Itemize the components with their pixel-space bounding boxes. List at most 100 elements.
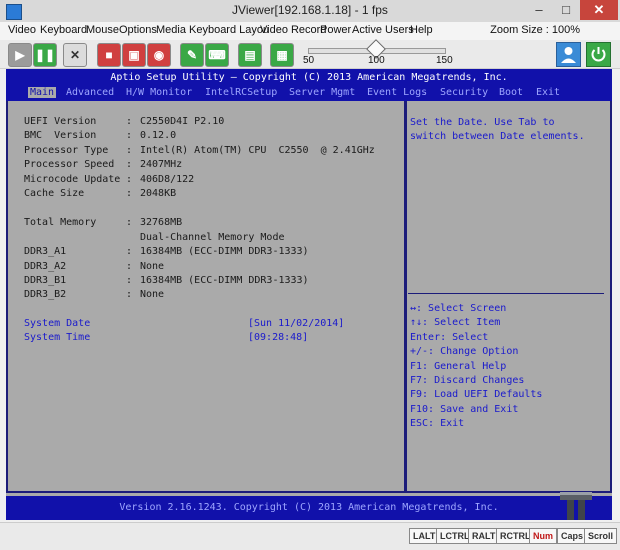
info-value: 0.12.0 <box>140 130 177 141</box>
menu-video[interactable]: Video <box>8 24 36 36</box>
tab-main[interactable]: Main <box>28 87 57 98</box>
memory-label: DDR3_A1 <box>24 246 67 257</box>
status-bar: LALT LCTRL RALT RCTRL Num Caps Scroll <box>0 522 620 550</box>
active-users-button[interactable] <box>556 42 581 67</box>
key-help-item: F9: Load UEFI Defaults <box>410 389 543 400</box>
key-help-item: F1: General Help <box>410 361 507 372</box>
info-value: 406D8/122 <box>140 174 195 185</box>
info-value: C2550D4I P2.10 <box>140 116 225 127</box>
pause-icon: ❚❚ <box>34 48 56 62</box>
memory-label: DDR3_B2 <box>24 289 67 300</box>
memory-value: 16384MB (ECC-DIMM DDR3-1333) <box>140 275 309 286</box>
memory-mode: Dual-Channel Memory Mode <box>140 232 285 243</box>
info-colon: : <box>126 116 133 127</box>
info-value: 2407MHz <box>140 159 183 170</box>
bios-header: Aptio Setup Utility – Copyright (C) 2013… <box>6 69 612 101</box>
key-caps[interactable]: Caps <box>557 528 588 544</box>
system-date-label[interactable]: System Date <box>24 318 90 329</box>
menu-active-users[interactable]: Active Users <box>352 24 414 36</box>
info-label: Cache Size <box>24 188 85 199</box>
menu-video-record[interactable]: Video Record <box>260 24 326 36</box>
media-button[interactable]: ▤ <box>238 43 262 67</box>
memory-label: Total Memory <box>24 217 97 228</box>
media-icon: ▤ <box>244 48 256 62</box>
keyboard-icon: ⌨ <box>208 48 226 62</box>
system-time-field[interactable]: [09:28:48] <box>248 332 308 343</box>
bios-title: Aptio Setup Utility – Copyright (C) 2013… <box>110 72 508 83</box>
pause-button[interactable]: ❚❚ <box>33 43 57 67</box>
title-bar: JViewer[192.168.1.18] - 1 fps – □ ✕ <box>0 0 620 23</box>
info-value: 2048KB <box>140 188 177 199</box>
info-colon: : <box>126 159 133 170</box>
disc-button[interactable]: ◉ <box>147 43 171 67</box>
stop-button[interactable]: ■ <box>97 43 121 67</box>
tab-event-logs[interactable]: Event Logs <box>367 87 427 98</box>
play-button[interactable]: ▶ <box>8 43 32 67</box>
info-label: UEFI Version <box>24 116 97 127</box>
toolbar: ▶ ❚❚ ✕ ■ ▣ ◉ ✎ ⌨ ▤ ▦ 50 100 150 <box>0 39 620 69</box>
menu-power[interactable]: Power <box>320 24 351 36</box>
tab-server-mgmt[interactable]: Server Mgmt <box>289 87 355 98</box>
fullscreen-icon: ✕ <box>69 48 81 62</box>
info-colon: : <box>126 145 133 156</box>
record-button[interactable]: ▣ <box>122 43 146 67</box>
key-scroll[interactable]: Scroll <box>584 528 618 544</box>
fullscreen-button[interactable]: ✕ <box>63 43 87 67</box>
info-colon: : <box>126 174 133 185</box>
help-panel <box>406 101 612 493</box>
key-lalt[interactable]: LALT <box>409 528 440 544</box>
bios-footer: Version 2.16.1243. Copyright (C) 2013 Am… <box>6 496 612 520</box>
close-button[interactable]: ✕ <box>580 0 618 20</box>
slider-label-150: 150 <box>436 55 453 66</box>
memory-colon: : <box>126 275 133 286</box>
memory-colon: : <box>126 261 133 272</box>
menu-media[interactable]: Media <box>156 24 186 36</box>
system-time-label[interactable]: System Time <box>24 332 90 343</box>
key-help-item: F7: Discard Changes <box>410 375 525 386</box>
keyboard-layout-button[interactable]: ▦ <box>270 43 294 67</box>
stop-icon: ■ <box>105 48 113 62</box>
key-ralt[interactable]: RALT <box>468 528 500 544</box>
key-num[interactable]: Num <box>529 528 557 544</box>
memory-colon: : <box>126 289 133 300</box>
mouse-button[interactable]: ✎ <box>180 43 204 67</box>
menu-options[interactable]: Options <box>119 24 157 36</box>
minimize-button[interactable]: – <box>526 0 552 20</box>
tab-security[interactable]: Security <box>440 87 488 98</box>
mouse-icon: ✎ <box>186 48 198 62</box>
key-help-item: +/-: Change Option <box>410 346 519 357</box>
slider-label-100: 100 <box>368 55 385 66</box>
help-text: switch between Date elements. <box>410 131 585 142</box>
bios-screen[interactable]: Aptio Setup Utility – Copyright (C) 2013… <box>6 69 612 520</box>
menu-keyboard-layout[interactable]: Keyboard Layou <box>189 24 269 36</box>
key-help-item: ESC: Exit <box>410 418 465 429</box>
user-icon <box>561 47 576 63</box>
menu-keyboard[interactable]: Keyboard <box>40 24 87 36</box>
menu-mouse[interactable]: Mouse <box>86 24 119 36</box>
tab-intelrcsetup[interactable]: IntelRCSetup <box>205 87 277 98</box>
memory-label: DDR3_A2 <box>24 261 67 272</box>
tab-boot[interactable]: Boot <box>499 87 523 98</box>
menu-help[interactable]: Help <box>410 24 433 36</box>
tab-hw-monitor[interactable]: H/W Monitor <box>126 87 192 98</box>
tab-exit[interactable]: Exit <box>536 87 560 98</box>
keyboard-layout-icon: ▦ <box>276 48 288 62</box>
memory-colon: : <box>126 217 133 228</box>
memory-value: None <box>140 261 165 272</box>
play-icon: ▶ <box>15 48 25 62</box>
keyboard-button[interactable]: ⌨ <box>205 43 229 67</box>
bios-version: Version 2.16.1243. Copyright (C) 2013 Am… <box>119 502 499 513</box>
help-divider <box>408 293 604 294</box>
maximize-button[interactable]: □ <box>553 0 579 20</box>
system-date-field[interactable]: [Sun 11/02/2014] <box>248 318 344 329</box>
info-colon: : <box>126 188 133 199</box>
info-colon: : <box>126 130 133 141</box>
info-label: Microcode Update <box>24 174 121 185</box>
power-icon <box>591 47 606 62</box>
memory-value: None <box>140 289 165 300</box>
memory-value: 16384MB (ECC-DIMM DDR3-1333) <box>140 246 309 257</box>
info-label: BMC Version <box>24 130 97 141</box>
power-button[interactable] <box>586 42 611 67</box>
tab-advanced[interactable]: Advanced <box>66 87 114 98</box>
disc-icon: ◉ <box>153 48 165 62</box>
